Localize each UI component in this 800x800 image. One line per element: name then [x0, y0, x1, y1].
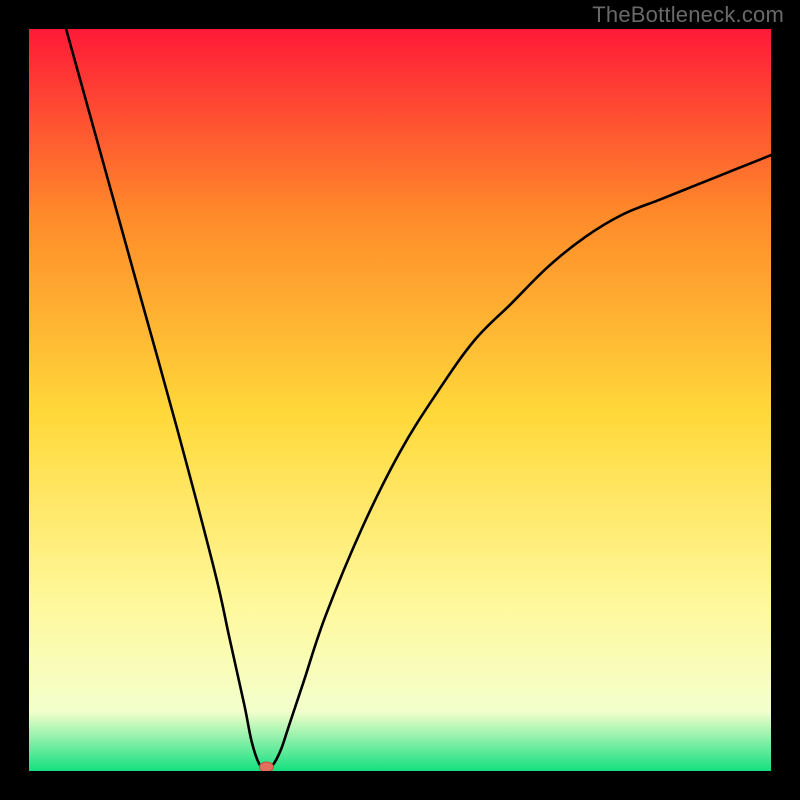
- gradient-background: [29, 29, 771, 771]
- minimum-marker: [259, 762, 273, 771]
- chart-svg: [29, 29, 771, 771]
- chart-container: TheBottleneck.com: [0, 0, 800, 800]
- watermark-text: TheBottleneck.com: [592, 2, 784, 28]
- plot-area: [29, 29, 771, 771]
